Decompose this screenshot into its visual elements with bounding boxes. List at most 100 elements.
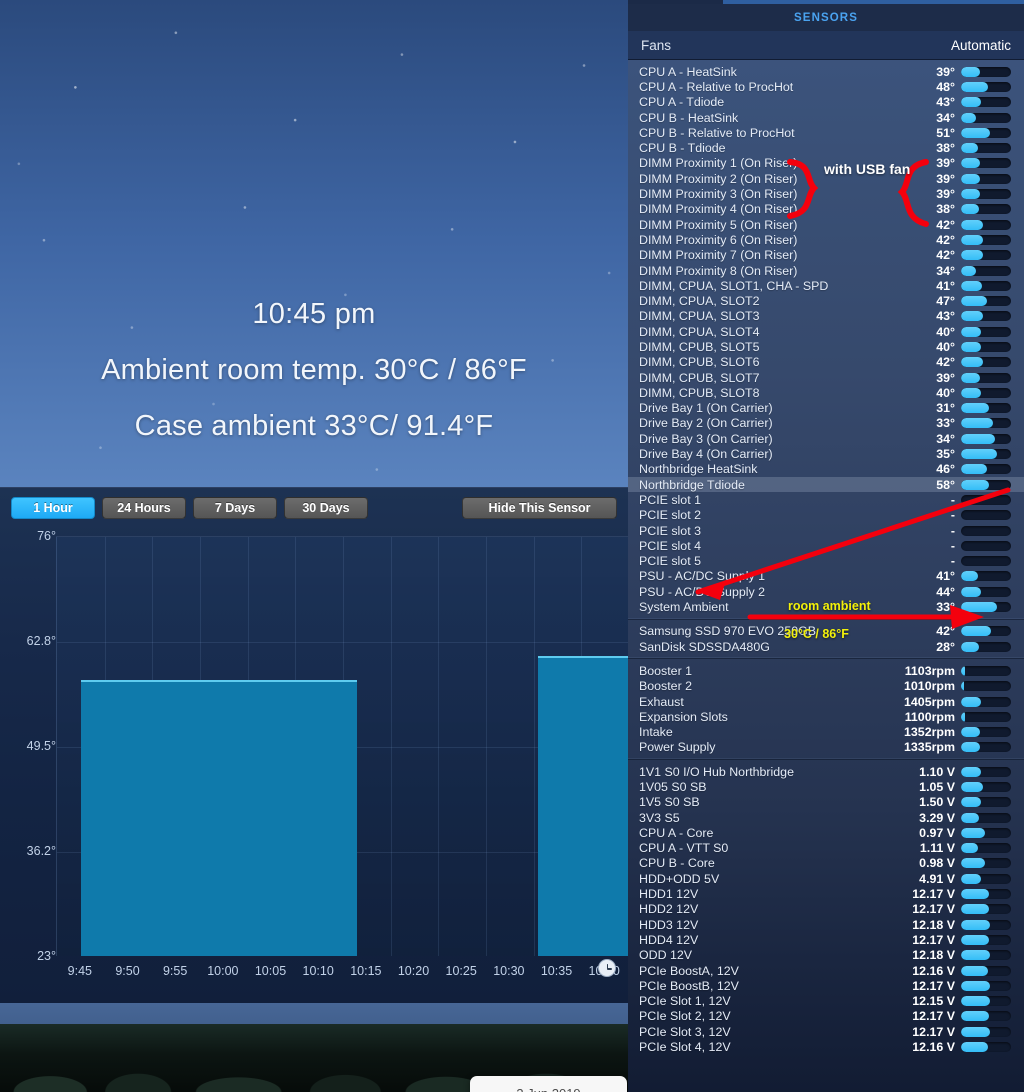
gridline-vertical (486, 537, 487, 956)
range-button-30-days[interactable]: 30 Days (284, 497, 368, 519)
sensor-row[interactable]: DIMM, CPUA, SLOT1, CHA - SPD 41° (628, 278, 1024, 293)
sensor-row[interactable]: 1V1 S0 I/O Hub Northbridge 1.10 V (628, 764, 1024, 779)
sensor-row[interactable]: Booster 1 1103rpm (628, 663, 1024, 678)
sensor-value: 34° (936, 110, 955, 125)
sensor-level-bar (961, 1042, 1011, 1053)
sensor-name: DIMM Proximity 5 (On Riser) (639, 217, 798, 232)
sensor-level-bar (961, 727, 1011, 738)
sensor-row[interactable]: CPU A - VTT S0 1.11 V (628, 841, 1024, 856)
sensor-level-bar (961, 996, 1011, 1007)
sensor-row[interactable]: DIMM Proximity 6 (On Riser) 42° (628, 232, 1024, 247)
sensor-name: CPU A - Core (639, 825, 714, 840)
sensor-row[interactable]: PSU - AC/DC Supply 2 44° (628, 584, 1024, 599)
sensor-row[interactable]: CPU B - HeatSink 34° (628, 110, 1024, 125)
y-axis-tick-label: 36.2° (26, 844, 56, 859)
sensor-row[interactable]: CPU B - Core 0.98 V (628, 856, 1024, 871)
clock-icon[interactable] (598, 959, 616, 977)
sensor-row[interactable]: SanDisk SDSSDA480G 28° (628, 639, 1024, 654)
sensor-value: 1103rpm (904, 663, 955, 678)
sensor-row[interactable]: PCIe BoostB, 12V 12.17 V (628, 978, 1024, 993)
sensor-row[interactable]: DIMM, CPUA, SLOT3 43° (628, 309, 1024, 324)
sensor-row[interactable]: Power Supply 1335rpm (628, 740, 1024, 755)
sensor-row[interactable]: Booster 2 1010rpm (628, 679, 1024, 694)
tooltip-date: 3 Jun 2019 (516, 1085, 580, 1092)
sensor-value: 12.17 V (912, 902, 955, 917)
sensor-name: Intake (639, 725, 673, 740)
sensor-name: Drive Bay 2 (On Carrier) (639, 416, 773, 431)
sensor-level-bar (961, 510, 1011, 521)
sensor-row[interactable]: Northbridge Tdiode 58° (628, 477, 1024, 493)
desktop-ambient-room-temp: Ambient room temp. 30°C / 86°F (101, 354, 527, 386)
sensor-row[interactable]: DIMM Proximity 7 (On Riser) 42° (628, 248, 1024, 263)
sensor-row[interactable]: DIMM, CPUB, SLOT7 39° (628, 370, 1024, 385)
sensor-value: 38° (936, 202, 955, 217)
x-axis-tick-label: 10:20 (397, 964, 430, 978)
sensor-row[interactable]: DIMM, CPUA, SLOT2 47° (628, 293, 1024, 308)
sensor-row[interactable]: HDD+ODD 5V 4.91 V (628, 871, 1024, 886)
sensor-level-bar (961, 681, 1011, 692)
sensor-row[interactable]: System Ambient 33° (628, 599, 1024, 614)
sensor-row[interactable]: CPU B - Relative to ProcHot 51° (628, 125, 1024, 140)
sensor-level-bar (961, 97, 1011, 108)
sensor-value: - (950, 538, 955, 553)
sensor-row[interactable]: DIMM, CPUA, SLOT4 40° (628, 324, 1024, 339)
sensor-row[interactable]: HDD1 12V 12.17 V (628, 886, 1024, 901)
hide-this-sensor-button[interactable]: Hide This Sensor (462, 497, 617, 519)
sensor-row[interactable]: PCIe BoostA, 12V 12.16 V (628, 963, 1024, 978)
sensor-row[interactable]: DIMM, CPUB, SLOT5 40° (628, 339, 1024, 354)
range-button-1-hour[interactable]: 1 Hour (11, 497, 95, 519)
sensor-row[interactable]: PCIE slot 4 - (628, 538, 1024, 553)
sensor-row[interactable]: PCIE slot 5 - (628, 554, 1024, 569)
sensor-row[interactable]: Drive Bay 2 (On Carrier) 33° (628, 416, 1024, 431)
sensor-row[interactable]: PSU - AC/DC Supply 1 41° (628, 569, 1024, 584)
sensor-row[interactable]: Samsung SSD 970 EVO 250GB 42° (628, 624, 1024, 639)
sensor-row[interactable]: ODD 12V 12.18 V (628, 948, 1024, 963)
sensor-row[interactable]: Drive Bay 3 (On Carrier) 34° (628, 431, 1024, 446)
sensor-row[interactable]: HDD3 12V 12.18 V (628, 917, 1024, 932)
sensor-row[interactable]: 1V05 S0 SB 1.05 V (628, 779, 1024, 794)
sensor-row[interactable]: PCIE slot 2 - (628, 508, 1024, 523)
sensor-row[interactable]: CPU B - Tdiode 38° (628, 140, 1024, 155)
sensor-row[interactable]: DIMM Proximity 8 (On Riser) 34° (628, 263, 1024, 278)
range-button-7-days[interactable]: 7 Days (193, 497, 277, 519)
sensor-name: DIMM Proximity 2 (On Riser) (639, 171, 798, 186)
sensor-row[interactable]: HDD2 12V 12.17 V (628, 902, 1024, 917)
sensor-row[interactable]: Northbridge HeatSink 46° (628, 462, 1024, 477)
fans-mode-bar[interactable]: Fans Automatic (628, 31, 1024, 60)
range-button-24-hours[interactable]: 24 Hours (102, 497, 186, 519)
sensor-name: PCIE slot 1 (639, 492, 701, 507)
sensor-row[interactable]: CPU A - HeatSink 39° (628, 64, 1024, 79)
sensor-row[interactable]: Drive Bay 4 (On Carrier) 35° (628, 446, 1024, 461)
sensor-value: 1100rpm (904, 709, 955, 724)
sensor-row[interactable]: Intake 1352rpm (628, 724, 1024, 739)
sensor-row[interactable]: Expansion Slots 1100rpm (628, 709, 1024, 724)
sensor-row[interactable]: PCIE slot 3 - (628, 523, 1024, 538)
sensor-row[interactable]: DIMM Proximity 2 (On Riser) 39° (628, 171, 1024, 186)
sensor-row[interactable]: DIMM Proximity 1 (On Riser) 39° (628, 156, 1024, 171)
sensor-row[interactable]: Exhaust 1405rpm (628, 694, 1024, 709)
sensor-row[interactable]: HDD4 12V 12.17 V (628, 932, 1024, 947)
sensor-row[interactable]: DIMM Proximity 4 (On Riser) 38° (628, 202, 1024, 217)
sensor-row[interactable]: 3V3 S5 3.29 V (628, 810, 1024, 825)
sensor-row[interactable]: CPU A - Tdiode 43° (628, 95, 1024, 110)
sensor-row[interactable]: DIMM Proximity 3 (On Riser) 39° (628, 186, 1024, 201)
sensor-row[interactable]: DIMM Proximity 5 (On Riser) 42° (628, 217, 1024, 232)
sensor-row[interactable]: DIMM, CPUB, SLOT8 40° (628, 385, 1024, 400)
fan-mode-value[interactable]: Automatic (951, 38, 1011, 53)
sensor-level-bar (961, 602, 1011, 613)
sensor-row[interactable]: PCIe Slot 3, 12V 12.17 V (628, 1024, 1024, 1039)
sensor-groups-container: CPU A - HeatSink 39° CPU A - Relative to P… (628, 60, 1024, 1059)
sensor-name: Expansion Slots (639, 709, 728, 724)
sensor-row[interactable]: Drive Bay 1 (On Carrier) 31° (628, 401, 1024, 416)
sensor-row[interactable]: PCIe Slot 4, 12V 12.16 V (628, 1039, 1024, 1054)
sensor-row[interactable]: CPU A - Relative to ProcHot 48° (628, 79, 1024, 94)
sensor-row[interactable]: DIMM, CPUB, SLOT6 42° (628, 355, 1024, 370)
sensor-level-bar (961, 158, 1011, 169)
sensor-row[interactable]: CPU A - Core 0.97 V (628, 825, 1024, 840)
sensor-row[interactable]: 1V5 S0 SB 1.50 V (628, 795, 1024, 810)
graph-plot-box[interactable] (56, 536, 628, 956)
desktop-overlay-text: 10:45 pm Ambient room temp. 30°C / 86°F … (0, 298, 628, 443)
sensor-row[interactable]: PCIe Slot 1, 12V 12.15 V (628, 994, 1024, 1009)
sensor-row[interactable]: PCIe Slot 2, 12V 12.17 V (628, 1009, 1024, 1024)
sensor-row[interactable]: PCIE slot 1 - (628, 492, 1024, 507)
